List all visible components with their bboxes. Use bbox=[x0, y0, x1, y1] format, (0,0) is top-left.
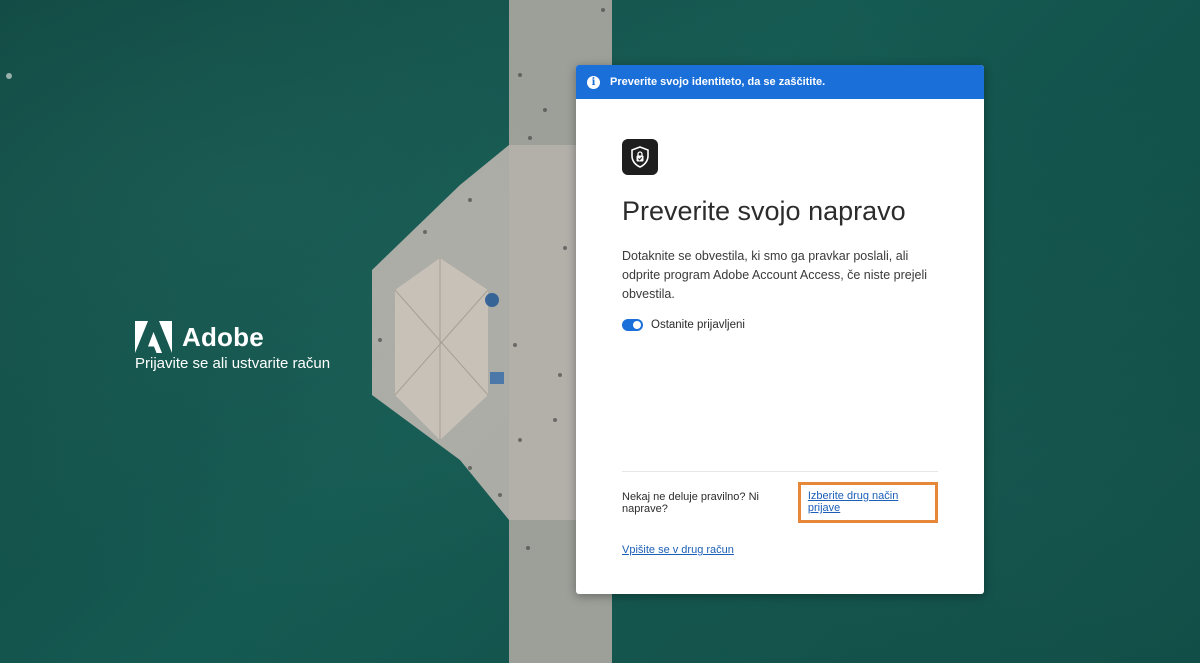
help-row: Nekaj ne deluje pravilno? Ni naprave? Iz… bbox=[622, 482, 938, 523]
brand-row: Adobe bbox=[135, 321, 330, 353]
highlight-box: Izberite drug način prijave bbox=[797, 482, 938, 523]
stay-signed-in-row: Ostanite prijavljeni bbox=[622, 319, 938, 331]
instructions-text: Dotaknite se obvestila, ki smo ga pravka… bbox=[622, 249, 928, 301]
info-banner: i Preverite svojo identiteto, da se zašč… bbox=[576, 65, 984, 99]
brand-block: Adobe Prijavite se ali ustvarite račun bbox=[135, 321, 330, 372]
card-footer: Nekaj ne deluje pravilno? Ni naprave? Iz… bbox=[622, 471, 938, 558]
other-account-link[interactable]: Vpišite se v drug račun bbox=[622, 544, 734, 556]
adobe-logo-icon bbox=[135, 321, 172, 353]
card-body: Preverite svojo napravo Dotaknite se obv… bbox=[576, 99, 984, 594]
stay-signed-in-toggle[interactable] bbox=[622, 319, 643, 331]
page-title: Preverite svojo napravo bbox=[622, 196, 906, 226]
info-icon: i bbox=[587, 75, 600, 89]
banner-text: Preverite svojo identiteto, da se zaščit… bbox=[610, 76, 826, 88]
stay-signed-in-label: Ostanite prijavljeni bbox=[651, 319, 745, 331]
verification-card: i Preverite svojo identiteto, da se zašč… bbox=[576, 65, 984, 594]
shield-lock-icon bbox=[622, 139, 658, 175]
brand-name: Adobe bbox=[182, 321, 264, 352]
alternate-sign-in-link[interactable]: Izberite drug način prijave bbox=[808, 490, 899, 514]
brand-tagline: Prijavite se ali ustvarite račun bbox=[135, 355, 331, 372]
footer-divider bbox=[622, 471, 938, 472]
help-text: Nekaj ne deluje pravilno? Ni naprave? bbox=[622, 491, 759, 515]
